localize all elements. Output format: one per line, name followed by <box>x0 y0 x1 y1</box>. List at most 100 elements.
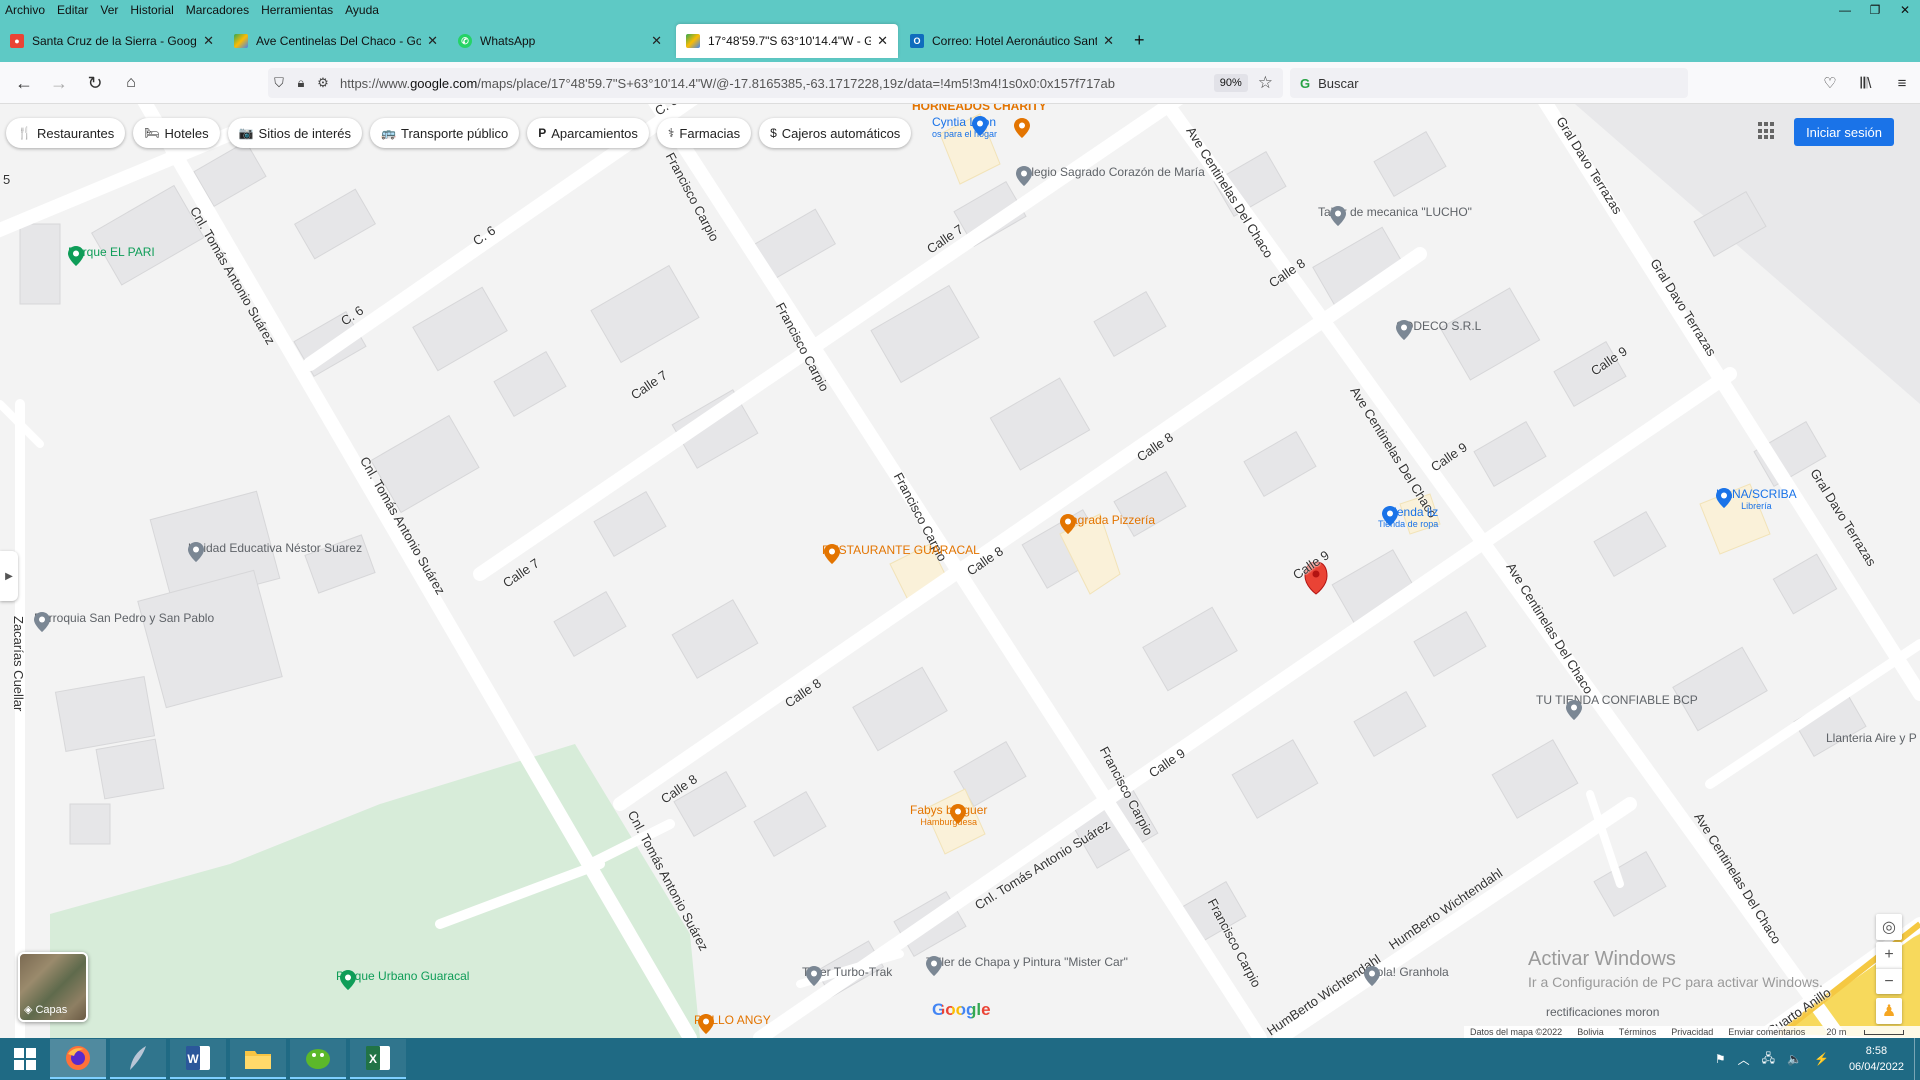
close-tab-icon[interactable]: ✕ <box>1103 33 1114 49</box>
layers-button[interactable]: ◈ Capas <box>18 952 88 1022</box>
map-canvas[interactable]: Ave Centinelas Del Chaco Ave Centinelas … <box>0 104 1920 1038</box>
layers-label: Capas <box>35 1003 68 1016</box>
bookmark-star-icon[interactable]: ☆ <box>1258 73 1273 93</box>
restaurant-pin-icon[interactable] <box>1014 118 1030 138</box>
poi-horneados[interactable]: HORNEADOS CHARITY <box>912 104 1047 112</box>
poi-sodeco[interactable]: SODECO S.R.L <box>1396 320 1481 340</box>
feather-app-icon[interactable] <box>110 1039 166 1079</box>
layers-icon: ◈ <box>24 1004 33 1016</box>
chip-farmacias[interactable]: ⚕ Farmacias <box>656 118 752 148</box>
poi-fabys[interactable]: Fabys burguer Hamburguesa <box>910 804 987 828</box>
poi-colegio[interactable]: Colegio Sagrado Corazón de María <box>1016 166 1205 186</box>
file-explorer-icon[interactable] <box>230 1039 286 1079</box>
footer-country[interactable]: Bolivia <box>1577 1027 1604 1037</box>
hamburger-menu-icon[interactable]: ≡ <box>1884 75 1920 92</box>
home-icon[interactable]: ⌂ <box>119 71 143 95</box>
menu-archivo[interactable]: Archivo <box>0 3 51 17</box>
menu-marcadores[interactable]: Marcadores <box>180 3 255 17</box>
tab-whatsapp[interactable]: ✆ WhatsApp ✕ <box>448 24 672 58</box>
restore-icon[interactable]: ❐ <box>1860 0 1890 20</box>
show-desktop-button[interactable] <box>1914 1038 1920 1080</box>
signin-button[interactable]: Iniciar sesión <box>1794 118 1894 146</box>
park-pin-icon <box>68 246 84 266</box>
close-tab-icon[interactable]: ✕ <box>651 33 662 49</box>
poi-tienda-liz[interactable]: Tienda liz Tienda de ropa <box>1378 506 1438 530</box>
chip-transporte[interactable]: 🚌 Transporte público <box>370 118 520 148</box>
menu-ayuda[interactable]: Ayuda <box>339 3 385 17</box>
poi-taller-lucho[interactable]: Taller de mecanica "LUCHO" <box>1318 206 1472 226</box>
scale-bar[interactable]: 20 m <box>1820 1027 1913 1037</box>
windows-start-icon[interactable] <box>0 1038 50 1080</box>
menu-herramientas[interactable]: Herramientas <box>255 3 339 17</box>
poi-pollo-angy[interactable]: POLLO ANGY <box>694 1014 771 1034</box>
poi-hola-granhola[interactable]: Hola! Granhola <box>1364 966 1449 986</box>
poi-sagrada-pizzeria[interactable]: Sagrada Pizzería <box>1060 514 1155 534</box>
my-location-icon[interactable]: ◎ <box>1876 914 1902 940</box>
pegman-icon[interactable]: ♟ <box>1876 998 1902 1024</box>
zoom-out-icon[interactable]: − <box>1876 968 1902 994</box>
green-app-icon[interactable] <box>290 1039 346 1079</box>
pharmacy-icon: ⚕ <box>667 126 675 140</box>
power-icon[interactable]: ⚡ <box>1814 1052 1829 1066</box>
poi-kana[interactable]: KANA/SCRIBA Librería <box>1716 488 1797 512</box>
poi-turbo-trak[interactable]: Taller Turbo-Trak <box>802 966 892 986</box>
clock[interactable]: 8:58 06/04/2022 <box>1849 1043 1904 1075</box>
poi-parque-guaracal[interactable]: Parque Urbano Guaracal <box>336 970 469 990</box>
back-icon[interactable]: ← <box>12 71 36 95</box>
expand-panel-icon[interactable]: ▶ <box>0 551 18 601</box>
close-tab-icon[interactable]: ✕ <box>427 33 438 49</box>
chip-hoteles[interactable]: 🛏 Hoteles <box>133 118 220 148</box>
tab-correo[interactable]: O Correo: Hotel Aeronáutico Sant ✕ <box>900 24 1124 58</box>
footer-terms-link[interactable]: Términos <box>1619 1027 1657 1037</box>
poi-rectificaciones[interactable]: rectificaciones moron <box>1546 1006 1659 1018</box>
repair-pin-icon <box>926 956 942 976</box>
close-window-icon[interactable]: ✕ <box>1890 0 1920 20</box>
new-tab-button[interactable]: + <box>1134 30 1145 51</box>
reload-icon[interactable]: ↻ <box>83 71 107 95</box>
tab-ave-centinelas[interactable]: Ave Centinelas Del Chaco - Goo ✕ <box>224 24 448 58</box>
menu-historial[interactable]: Historial <box>124 3 179 17</box>
firefox-icon[interactable] <box>50 1039 106 1079</box>
chip-aparcamientos[interactable]: P Aparcamientos <box>527 118 649 148</box>
footer-privacy-link[interactable]: Privacidad <box>1671 1027 1713 1037</box>
search-bar[interactable]: G Buscar <box>1290 68 1688 98</box>
close-tab-icon[interactable]: ✕ <box>877 33 888 49</box>
show-hidden-icons-icon[interactable]: ︿ <box>1738 1051 1750 1068</box>
search-placeholder: Buscar <box>1318 75 1359 91</box>
poi-mister-car[interactable]: Taller de Chapa y Pintura "Mister Car" <box>926 956 1128 976</box>
library-icon[interactable]: 𝄃𝄃\ <box>1848 75 1884 92</box>
close-tab-icon[interactable]: ✕ <box>203 33 214 49</box>
excel-icon[interactable]: X <box>350 1039 406 1079</box>
poi-cyntia[interactable]: Cyntia Leon os para el hogar <box>932 116 997 140</box>
shield-icon[interactable]: ⛉ <box>268 75 290 91</box>
poi-guaracal[interactable]: RESTAURANTE GUARACAL <box>822 544 980 564</box>
lock-icon[interactable]: 🔒︎ <box>290 75 312 91</box>
minimize-icon[interactable]: — <box>1830 0 1860 20</box>
footer-feedback-link[interactable]: Enviar comentarios <box>1728 1027 1805 1037</box>
chip-restaurantes[interactable]: 🍴 Restaurantes <box>6 118 126 148</box>
zoom-level[interactable]: 90% <box>1213 74 1248 92</box>
network-icon[interactable]: 🖧 <box>1762 1049 1775 1070</box>
tab-santa-cruz[interactable]: ● Santa Cruz de la Sierra - Google ✕ <box>0 24 224 58</box>
notification-flag-icon[interactable]: ⚑ <box>1715 1052 1726 1066</box>
poi-llanteria[interactable]: Llanteria Aire y P <box>1826 732 1917 744</box>
zoom-in-icon[interactable]: + <box>1876 942 1902 968</box>
word-icon[interactable]: W <box>170 1039 226 1079</box>
chip-cajeros[interactable]: $ Cajeros automáticos <box>759 118 912 148</box>
url-bar[interactable]: ⛉ 🔒︎ ⚙ https://www.google.com/maps/place… <box>268 68 1283 98</box>
menu-ver[interactable]: Ver <box>94 3 124 17</box>
poi-parroquia[interactable]: Parroquia San Pedro y San Pablo <box>34 612 214 632</box>
menu-editar[interactable]: Editar <box>51 3 94 17</box>
chip-label: Hoteles <box>164 125 209 141</box>
permissions-icon[interactable]: ⚙ <box>312 75 334 91</box>
poi-unidad-educativa[interactable]: Unidad Educativa Néstor Suarez <box>188 542 362 562</box>
google-apps-icon[interactable] <box>1758 122 1776 140</box>
chip-sitios[interactable]: 📷 Sitios de interés <box>227 118 363 148</box>
volume-icon[interactable]: 🔈 <box>1787 1052 1802 1066</box>
pocket-icon[interactable]: ♡ <box>1812 74 1848 92</box>
forward-icon[interactable]: → <box>47 71 71 95</box>
poi-parque-pari[interactable]: Parque EL PARI <box>68 246 155 266</box>
tab-coordinates[interactable]: 17°48'59.7"S 63°10'14.4"W - Goo ✕ <box>676 24 898 58</box>
url-text[interactable]: https://www.google.com/maps/place/17°48'… <box>334 76 1208 91</box>
poi-tu-tienda[interactable]: TU TIENDA CONFIABLE BCP <box>1536 694 1698 720</box>
